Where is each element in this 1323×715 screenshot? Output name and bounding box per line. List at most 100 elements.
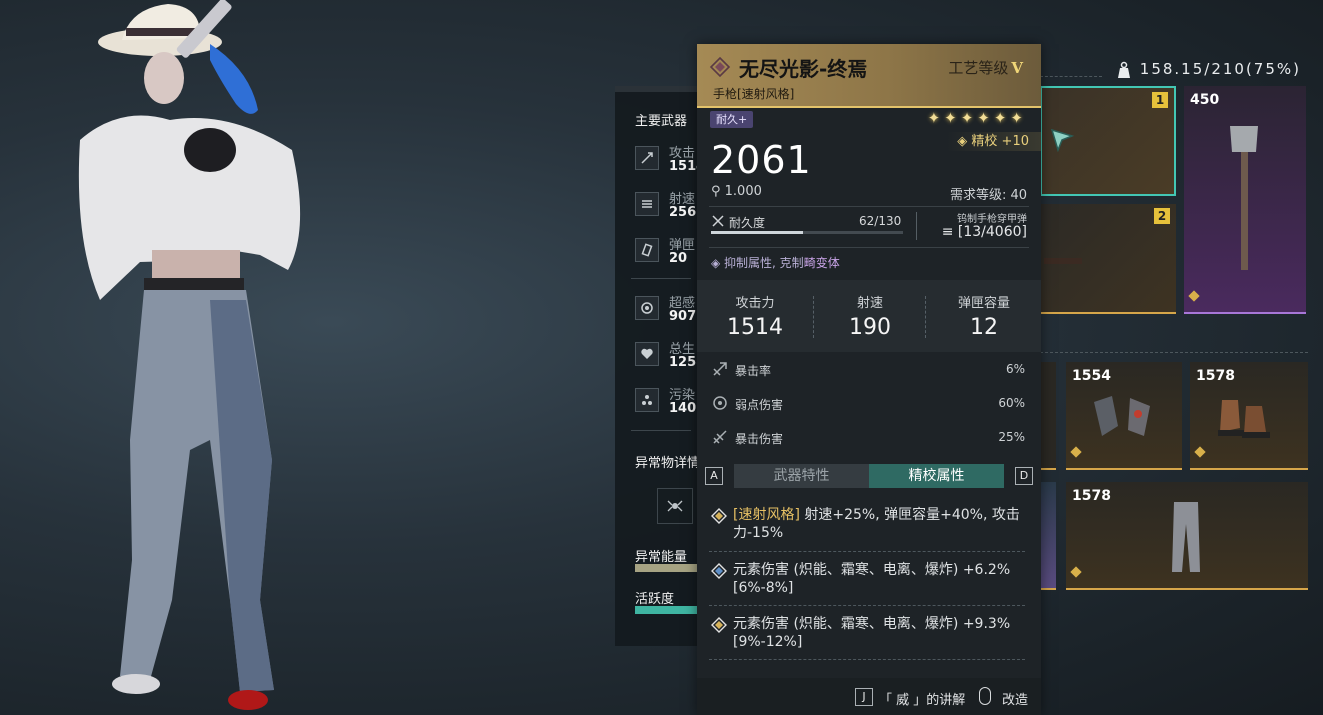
slot-badge: 1: [1152, 92, 1168, 108]
modify-button[interactable]: 改造: [1002, 689, 1028, 708]
item-type: 手枪[速射风格]: [713, 87, 795, 101]
stat-value: 20: [669, 251, 688, 266]
weapon-slot-1[interactable]: 1: [1040, 86, 1176, 196]
star-rating: ✦✦✦✦✦✦: [927, 109, 1027, 127]
slot-power: 1578: [1072, 488, 1111, 504]
belt: [144, 278, 244, 292]
item-weight-value: 1.000: [724, 184, 762, 199]
divider: [709, 659, 1025, 660]
item-tooltip-card: 无尽光影-终焉 工艺等级 V 手枪[速射风格] 耐久+ ✦✦✦✦✦✦ ◈ 精校 +…: [697, 44, 1041, 715]
blue-gem-icon: [711, 563, 727, 579]
main-stat-value: 1514: [727, 315, 783, 340]
ammo-count: ≡ [13/4060]: [942, 224, 1027, 240]
weight-icon: [1117, 61, 1130, 78]
boots-slot[interactable]: 1578: [1190, 362, 1308, 470]
tab-weapon-traits[interactable]: 武器特性: [734, 464, 869, 488]
pants-slot[interactable]: 1578: [1066, 482, 1308, 590]
boot-left: [112, 674, 160, 694]
sub-stat-value: 6%: [1005, 362, 1025, 376]
divider: [1040, 76, 1102, 77]
durability-tag: 耐久+: [710, 111, 754, 128]
attribute-text: 元素伤害 (炽能、霜寒、电离、爆炸) +9.3%[9%-12%]: [733, 615, 1029, 651]
item-power: 2061: [711, 138, 812, 182]
refine-value: 精校 +10: [971, 134, 1029, 149]
sub-stat-crit-rate: 暴击率 6%: [709, 354, 1029, 384]
counter-prefix: 抑制属性, 克制: [724, 256, 804, 270]
gear-slot-partial[interactable]: [1040, 362, 1056, 470]
divider: [1040, 352, 1308, 353]
anomaly-energy-label: 异常能量: [635, 550, 688, 565]
stat-psi: 超感 907: [635, 292, 699, 332]
diamond-gem-icon: [709, 56, 731, 78]
sub-stat-label: 暴击伤害: [735, 432, 784, 446]
main-stat-value: 12: [970, 315, 998, 340]
psi-icon: [635, 296, 659, 320]
gloves-icon: [1094, 396, 1150, 436]
anomaly-heading: 异常物详情: [635, 456, 699, 471]
anomaly-spider-icon[interactable]: [657, 488, 693, 524]
rarity-diamond: [1194, 446, 1206, 458]
counter-target: 畸变体: [803, 256, 840, 270]
face: [144, 52, 184, 104]
main-stat-label: 射速: [856, 296, 883, 311]
tab-refine-attributes[interactable]: 精校属性: [869, 464, 1004, 488]
rarity-diamond: [1070, 566, 1082, 578]
character-stat-panel: 主要武器 攻击 1514 射速 256 弹匣 20 超感 907 总生 1258…: [615, 86, 699, 646]
next-tab-key[interactable]: D: [1015, 467, 1033, 485]
panel-header-strip: [615, 86, 699, 92]
sub-stat-value: 60%: [998, 396, 1025, 410]
sub-stat-label: 弱点伤害: [735, 398, 784, 412]
attack-icon: [635, 146, 659, 170]
weight-value: 158.15/210(75%): [1139, 60, 1301, 78]
required-level: 需求等级: 40: [949, 188, 1027, 203]
sub-stat-weakspot: 弱点伤害 60%: [709, 388, 1029, 418]
weakspot-icon: [713, 396, 727, 410]
refine-gem-icon: ◈: [957, 134, 972, 149]
prev-tab-key[interactable]: A: [705, 467, 723, 485]
header-underline: [697, 106, 1041, 108]
craft-level: 工艺等级 V: [948, 57, 1023, 78]
ammo-name: 钨制手枪穿甲弹: [957, 214, 1027, 225]
main-stat-label: 攻击力: [735, 296, 775, 311]
card-footer: J 「 威 」的讲解 改造: [697, 678, 1041, 715]
gold-gem-icon: [711, 508, 727, 524]
counter-property: ◈ 抑制属性, 克制畸变体: [711, 254, 840, 271]
attribute-text: [速射风格] 射速+25%, 弹匣容量+40%, 攻击力-15%: [733, 506, 1029, 542]
ammo-count-value: [13/4060]: [957, 224, 1027, 240]
durability-bar: [711, 231, 903, 234]
axe-icon: [1230, 126, 1258, 270]
stat-attack: 攻击 1514: [635, 142, 699, 182]
activity-bar: [635, 606, 699, 614]
weight-icon: ⚲: [711, 184, 725, 199]
divider: [925, 296, 926, 338]
stat-magazine: 弹匣 20: [635, 234, 699, 274]
pants-icon: [1172, 502, 1200, 572]
stat-value: 1258: [669, 355, 699, 370]
attribute-desc: 元素伤害 (炽能、霜寒、电离、爆炸) +9.3%[9%-12%]: [733, 616, 1011, 650]
rifle-icon: [1044, 258, 1082, 264]
melee-slot[interactable]: 450: [1184, 86, 1306, 314]
boot-right: [228, 690, 268, 710]
craft-label: 工艺等级: [948, 59, 1009, 77]
lore-button[interactable]: 「 威 」的讲解: [879, 689, 965, 708]
stat-value: 256: [669, 205, 697, 220]
stat-value: 140: [669, 401, 697, 416]
refine-level: ◈ 精校 +10: [947, 132, 1041, 151]
main-weapon-heading: 主要武器: [635, 114, 688, 129]
gloves-slot[interactable]: 1554: [1066, 362, 1182, 470]
stat-value: 907: [669, 309, 697, 324]
divider: [916, 212, 917, 240]
main-stat-magazine: 弹匣容量 12: [928, 292, 1040, 340]
weapon-slot-2[interactable]: 2: [1040, 204, 1176, 314]
stat-fire-rate: 射速 256: [635, 188, 699, 228]
stat-hp: 总生 1258: [635, 338, 699, 378]
durability-label: 耐久度: [729, 216, 766, 230]
lore-key[interactable]: J: [855, 688, 873, 706]
attribute-tag: [速射风格]: [733, 507, 800, 523]
gear-slot-partial[interactable]: [1040, 482, 1056, 590]
item-name: 无尽光影-终焉: [739, 57, 868, 81]
divider: [709, 605, 1025, 606]
activity-label: 活跃度: [635, 592, 675, 607]
main-stat-attack: 攻击力 1514: [699, 292, 811, 340]
character-model: [78, 0, 301, 710]
